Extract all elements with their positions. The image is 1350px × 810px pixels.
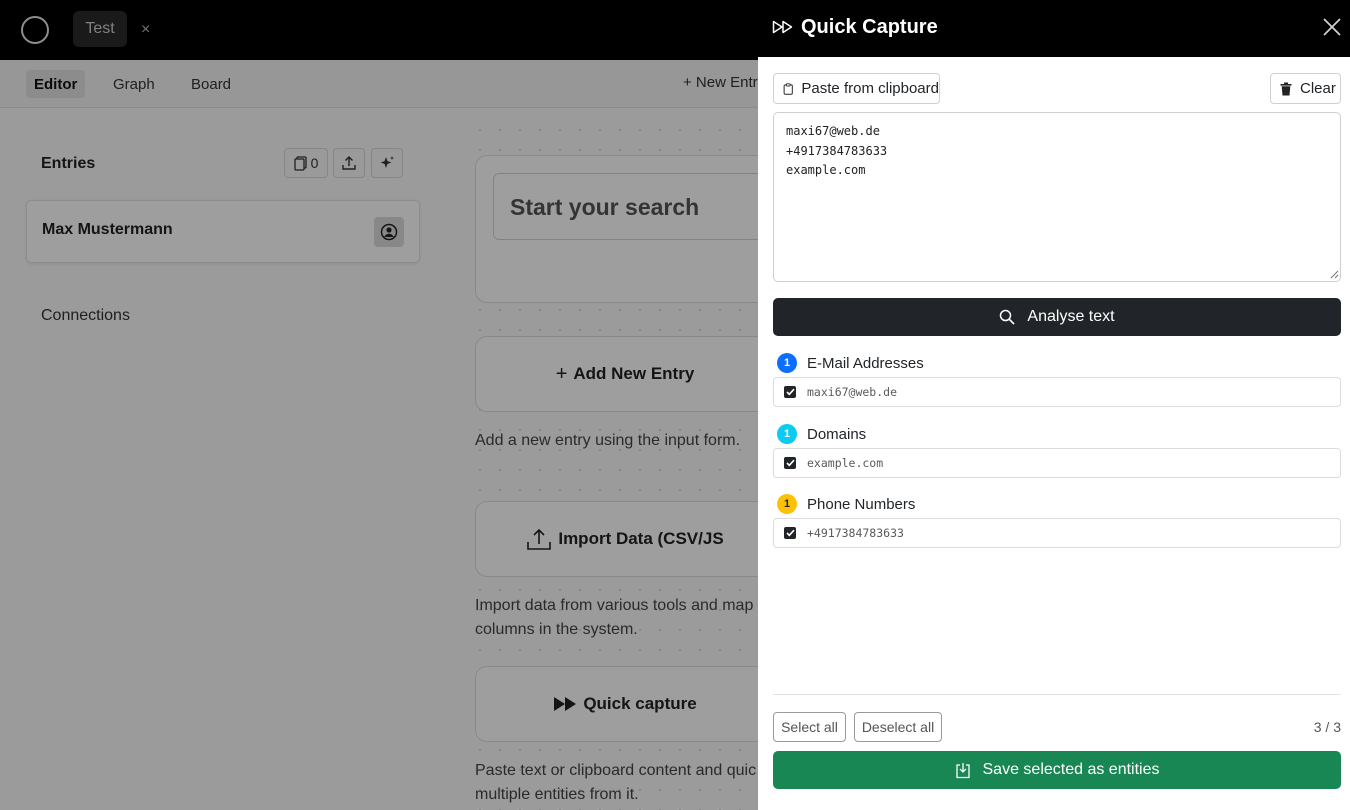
count-badge: 1	[777, 424, 797, 444]
result-row[interactable]: +4917384783633	[773, 518, 1341, 548]
quick-capture-panel: Quick Capture Paste from clipboard Clear…	[758, 0, 1350, 810]
capture-textarea[interactable]	[773, 112, 1341, 282]
selection-counter: 3 / 3	[1313, 719, 1341, 735]
paste-from-clipboard-button[interactable]: Paste from clipboard	[773, 73, 940, 104]
clear-button-label: Clear	[1300, 80, 1336, 97]
group-domains: 1 Domains	[777, 424, 866, 444]
clear-button[interactable]: Clear	[1270, 73, 1341, 104]
count-badge: 1	[777, 353, 797, 373]
save-selected-button[interactable]: Save selected as entities	[773, 751, 1341, 789]
analyse-button-label: Analyse text	[1027, 308, 1115, 325]
panel-header: Quick Capture	[758, 0, 1350, 57]
paste-button-label: Paste from clipboard	[801, 80, 939, 97]
result-value: example.com	[807, 456, 884, 470]
trash-icon	[1280, 82, 1292, 95]
result-value: +4917384783633	[807, 526, 904, 540]
save-button-label: Save selected as entities	[982, 761, 1160, 778]
clipboard-icon	[783, 82, 793, 95]
analyse-text-button[interactable]: Analyse text	[773, 298, 1341, 336]
resize-handle-icon[interactable]	[1330, 270, 1339, 279]
save-download-icon	[955, 762, 970, 778]
group-phone-numbers: 1 Phone Numbers	[777, 494, 915, 514]
close-icon[interactable]	[1322, 17, 1342, 37]
result-value: maxi67@web.de	[807, 385, 898, 399]
group-email-addresses: 1 E-Mail Addresses	[777, 353, 924, 373]
panel-title: Quick Capture	[801, 16, 938, 38]
group-label: E-Mail Addresses	[807, 354, 924, 372]
fast-forward-icon	[772, 20, 793, 34]
checkbox-checked-icon[interactable]	[784, 386, 796, 398]
group-label: Domains	[807, 425, 867, 443]
group-label: Phone Numbers	[807, 495, 916, 513]
count-badge: 1	[777, 494, 797, 514]
modal-backdrop[interactable]	[0, 0, 758, 810]
result-row[interactable]: example.com	[773, 448, 1341, 478]
checkbox-checked-icon[interactable]	[784, 457, 796, 469]
select-all-button[interactable]: Select all	[773, 712, 846, 742]
deselect-all-button[interactable]: Deselect all	[854, 712, 942, 742]
result-row[interactable]: maxi67@web.de	[773, 377, 1341, 407]
search-icon	[1000, 309, 1015, 325]
divider	[773, 694, 1341, 695]
checkbox-checked-icon[interactable]	[784, 527, 796, 539]
